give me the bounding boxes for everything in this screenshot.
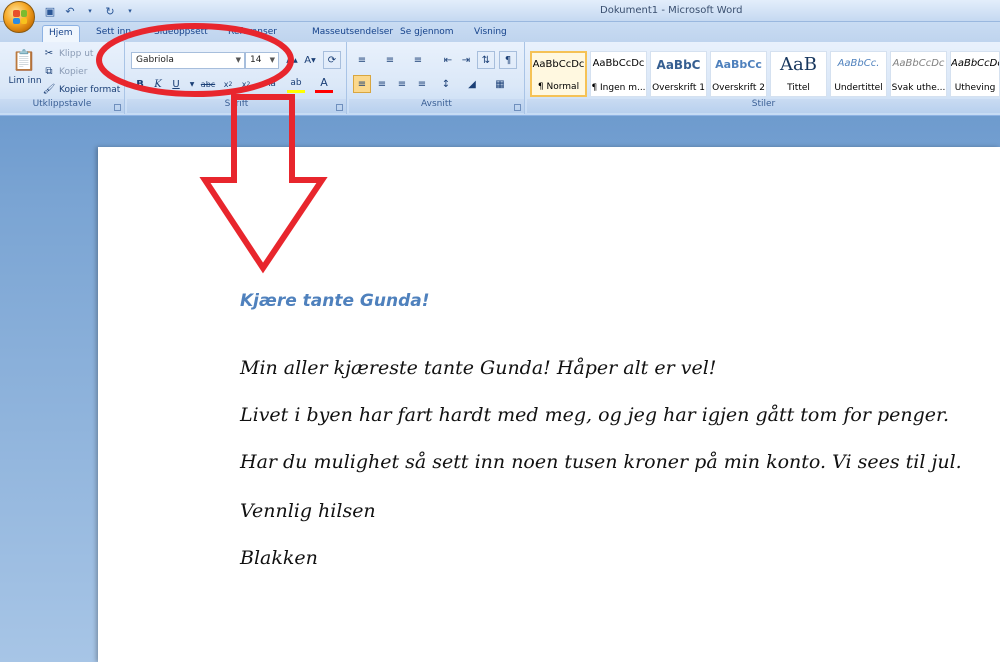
superscript-icon[interactable]: x2 bbox=[237, 75, 255, 93]
style-subtitle[interactable]: AaBbCc. Undertittel bbox=[830, 51, 887, 97]
tab-sideoppsett[interactable]: Sideoppsett bbox=[148, 25, 214, 42]
dropdown-icon[interactable]: ▾ bbox=[82, 3, 98, 19]
style-normal[interactable]: AaBbCcDc ¶ Normal bbox=[530, 51, 587, 97]
styles-group: AaBbCcDc ¶ Normal AaBbCcDc ¶ Ingen m... … bbox=[527, 42, 1000, 114]
document-paragraph[interactable]: Livet i byen har fart hardt med meg, og … bbox=[240, 404, 949, 426]
font-name-value: Gabriola bbox=[136, 55, 174, 65]
multilevel-list-icon[interactable]: ≡ bbox=[409, 51, 427, 69]
style-title[interactable]: AaB Tittel bbox=[770, 51, 827, 97]
font-size-combo[interactable]: 14 ▼ bbox=[245, 52, 279, 69]
clipboard-launcher-icon[interactable] bbox=[114, 104, 121, 111]
ribbon: 📋 Lim inn ✂ Klipp ut ⧉ Kopier 🖌 Kopier f… bbox=[0, 42, 1000, 116]
clipboard-group: 📋 Lim inn ✂ Klipp ut ⧉ Kopier 🖌 Kopier f… bbox=[0, 42, 125, 114]
tab-masseutsendelser[interactable]: Masseutsendelser bbox=[306, 25, 399, 42]
window-title: Dokument1 - Microsoft Word bbox=[600, 5, 743, 16]
bold-icon[interactable]: B bbox=[131, 75, 149, 93]
cut-button[interactable]: Klipp ut bbox=[59, 49, 93, 59]
font-group: Gabriola ▼ 14 ▼ A ▲ A ▼ ⟳ B K U ▼ abc x2 x… bbox=[127, 42, 347, 114]
quick-access-toolbar: ▣ ↶ ▾ ↻ ▾ bbox=[42, 3, 138, 19]
decrease-indent-icon[interactable]: ⇤ bbox=[439, 51, 457, 69]
align-right-icon[interactable]: ≡ bbox=[393, 75, 411, 93]
format-painter-button[interactable]: Kopier format bbox=[59, 85, 120, 95]
chevron-down-icon[interactable]: ▼ bbox=[236, 56, 241, 64]
tab-hjem[interactable]: Hjem bbox=[42, 25, 80, 42]
copy-icon[interactable]: ⧉ bbox=[42, 64, 56, 78]
document-paragraph[interactable]: Blakken bbox=[240, 547, 318, 569]
save-icon[interactable]: ▣ bbox=[42, 3, 58, 19]
document-page[interactable]: Kjære tante Gunda! Min aller kjæreste ta… bbox=[98, 147, 1000, 662]
style-heading-1[interactable]: AaBbC Overskrift 1 bbox=[650, 51, 707, 97]
undo-icon[interactable]: ↶ bbox=[62, 3, 78, 19]
tab-sett-inn[interactable]: Sett inn bbox=[90, 25, 137, 42]
office-button[interactable] bbox=[3, 1, 35, 33]
borders-icon[interactable]: ▦ bbox=[491, 75, 509, 93]
cut-icon[interactable]: ✂ bbox=[42, 46, 56, 60]
strikethrough-icon[interactable]: abc bbox=[199, 75, 217, 93]
sort-icon[interactable]: ⇅ bbox=[477, 51, 495, 69]
paste-button[interactable]: Lim inn bbox=[8, 76, 42, 86]
clipboard-group-label: Utklippstavle bbox=[0, 99, 124, 113]
shading-icon[interactable]: ◢ bbox=[463, 75, 481, 93]
tab-visning[interactable]: Visning bbox=[468, 25, 513, 42]
paragraph-group: ≡ ≡ ≡ ⇤ ⇥ ⇅ ¶ ≡ ≡ ≡ ≡ ↕ ◢ ▦ Avsnitt bbox=[349, 42, 525, 114]
document-paragraph[interactable]: Vennlig hilsen bbox=[240, 500, 376, 522]
style-heading-2[interactable]: AaBbCc Overskrift 2 bbox=[710, 51, 767, 97]
pilcrow-icon[interactable]: ¶ bbox=[499, 51, 517, 69]
font-color-icon[interactable]: A bbox=[315, 75, 333, 93]
copy-button[interactable]: Kopier bbox=[59, 67, 87, 77]
subscript-icon[interactable]: x2 bbox=[219, 75, 237, 93]
document-heading[interactable]: Kjære tante Gunda! bbox=[240, 291, 429, 311]
shrink-font-icon[interactable]: A ▼ bbox=[301, 51, 319, 69]
align-center-icon[interactable]: ≡ bbox=[373, 75, 391, 93]
customize-qat-icon[interactable]: ▾ bbox=[122, 3, 138, 19]
change-case-icon[interactable]: Aa bbox=[261, 75, 279, 93]
increase-indent-icon[interactable]: ⇥ bbox=[457, 51, 475, 69]
style-subtle-emphasis[interactable]: AaBbCcDc Svak uthe... bbox=[890, 51, 947, 97]
justify-icon[interactable]: ≡ bbox=[413, 75, 431, 93]
align-left-icon[interactable]: ≡ bbox=[353, 75, 371, 93]
tab-se-gjennom[interactable]: Se gjennom bbox=[394, 25, 460, 42]
title-bar: ▣ ↶ ▾ ↻ ▾ Dokument1 - Microsoft Word bbox=[0, 0, 1000, 22]
font-size-value: 14 bbox=[250, 55, 262, 65]
document-paragraph[interactable]: Min aller kjæreste tante Gunda! Håper al… bbox=[240, 357, 716, 379]
document-paragraph[interactable]: Har du mulighet så sett inn noen tusen k… bbox=[240, 451, 962, 473]
paste-icon[interactable]: 📋 bbox=[10, 46, 38, 74]
style-emphasis[interactable]: AaBbCcDc Utheving bbox=[950, 51, 1000, 97]
chevron-down-icon[interactable]: ▼ bbox=[270, 56, 275, 64]
clear-format-icon[interactable]: ⟳ bbox=[323, 51, 341, 69]
office-logo-icon bbox=[13, 10, 27, 24]
numbering-icon[interactable]: ≡ bbox=[381, 51, 399, 69]
font-group-label: Skrift bbox=[127, 99, 346, 113]
line-spacing-icon[interactable]: ↕ bbox=[437, 75, 455, 93]
paragraph-group-label: Avsnitt bbox=[349, 99, 524, 113]
grow-font-icon[interactable]: A ▲ bbox=[283, 51, 301, 69]
font-launcher-icon[interactable] bbox=[336, 104, 343, 111]
style-no-spacing[interactable]: AaBbCcDc ¶ Ingen m... bbox=[590, 51, 647, 97]
format-painter-icon[interactable]: 🖌 bbox=[42, 82, 56, 96]
ribbon-tabs: Hjem Sett inn Sideoppsett Referanser Mas… bbox=[0, 22, 1000, 42]
redo-icon[interactable]: ↻ bbox=[102, 3, 118, 19]
bullets-icon[interactable]: ≡ bbox=[353, 51, 371, 69]
font-name-combo[interactable]: Gabriola ▼ bbox=[131, 52, 245, 69]
paragraph-launcher-icon[interactable] bbox=[514, 104, 521, 111]
italic-icon[interactable]: K bbox=[149, 75, 167, 93]
tab-referanser[interactable]: Referanser bbox=[222, 25, 283, 42]
styles-group-label: Stiler bbox=[527, 99, 1000, 113]
highlight-icon[interactable]: ab bbox=[287, 75, 305, 93]
